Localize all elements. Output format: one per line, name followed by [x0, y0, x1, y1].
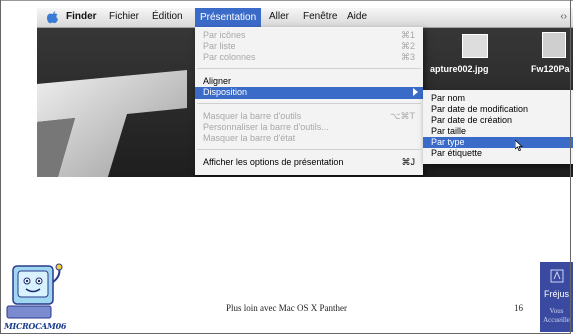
slide-frame	[0, 0, 571, 334]
